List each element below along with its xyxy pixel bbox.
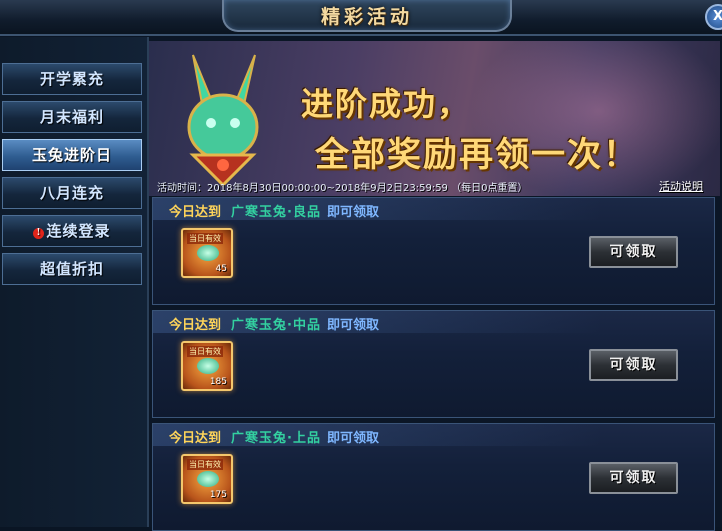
reward-item-icon[interactable]: 当日有效 185 [181, 341, 233, 391]
item-count: 185 [209, 377, 227, 387]
sidebar-item-label: 八月连充 [39, 184, 104, 202]
item-name: 广寒玉兔·上品 [231, 431, 321, 446]
item-tag: 当日有效 [187, 346, 223, 357]
reward-item-icon[interactable]: 当日有效 175 [181, 454, 233, 504]
item-name: 广寒玉兔·良品 [231, 205, 321, 220]
activity-time: 活动时间：2018年8月30日00:00:00~2018年9月2日23:59:5… [157, 183, 528, 194]
item-tag: 当日有效 [187, 459, 223, 470]
sidebar-item-month-end-welfare[interactable]: 月末福利 [2, 101, 142, 133]
sidebar-item-label: 超值折扣 [39, 260, 104, 278]
claim-button[interactable]: 可领取 [589, 349, 678, 381]
item-tag: 当日有效 [187, 233, 223, 244]
sidebar-item-discount[interactable]: 超值折扣 [2, 253, 142, 285]
row-title: 今日达到 广寒玉兔·中品 即可领取 [169, 314, 379, 333]
gem-icon [197, 358, 219, 374]
reward-row: 今日达到 广寒玉兔·中品 即可领取 当日有效 185 可领取 [152, 310, 715, 418]
banner-headline-1: 进阶成功， [301, 85, 472, 123]
claim-text: 即可领取 [326, 431, 379, 446]
gem-icon [197, 245, 219, 261]
sidebar-item-august-recharge[interactable]: 八月连充 [2, 177, 142, 209]
item-count: 175 [209, 490, 227, 500]
sidebar-item-label: 连续登录 [46, 222, 111, 240]
today-label: 今日达到 [169, 318, 222, 333]
sidebar-item-jade-rabbit[interactable]: 玉兔进阶日 [2, 139, 142, 171]
reward-item-icon[interactable]: 当日有效 45 [181, 228, 233, 278]
claim-text: 即可领取 [326, 318, 379, 333]
claim-button[interactable]: 可领取 [589, 462, 678, 494]
alert-icon: ! [33, 228, 45, 239]
window-title: 精彩活动 [320, 6, 413, 28]
item-count: 45 [215, 264, 227, 274]
sidebar-item-label: 开学累充 [39, 70, 104, 88]
banner: 进阶成功， 全部奖励再领一次！ 活动时间：2018年8月30日00:00:00~… [149, 41, 720, 196]
sidebar-item-label: 月末福利 [39, 108, 104, 126]
sidebar-item-continuous-login[interactable]: ! 连续登录 [2, 215, 142, 247]
today-label: 今日达到 [169, 431, 222, 446]
main-panel: 进阶成功， 全部奖励再领一次！ 活动时间：2018年8月30日00:00:00~… [149, 37, 722, 531]
today-label: 今日达到 [169, 205, 222, 220]
activity-rules-link[interactable]: 活动说明 [659, 178, 703, 194]
sidebar: 开学累充 月末福利 玉兔进阶日 八月连充 ! 连续登录 超值折扣 [0, 37, 149, 527]
row-title: 今日达到 广寒玉兔·良品 即可领取 [169, 201, 379, 220]
jade-rabbit-icon [187, 54, 259, 187]
sidebar-item-school-recharge[interactable]: 开学累充 [2, 63, 142, 95]
claim-button[interactable]: 可领取 [589, 236, 678, 268]
gem-icon [197, 471, 219, 487]
row-title: 今日达到 广寒玉兔·上品 即可领取 [169, 427, 379, 446]
banner-headline-2: 全部奖励再领一次！ [315, 135, 639, 175]
item-name: 广寒玉兔·中品 [231, 318, 321, 333]
reward-row: 今日达到 广寒玉兔·良品 即可领取 当日有效 45 可领取 [152, 197, 715, 305]
claim-text: 即可领取 [326, 205, 379, 220]
sidebar-item-label: 玉兔进阶日 [31, 146, 112, 164]
reward-row: 今日达到 广寒玉兔·上品 即可领取 当日有效 175 可领取 [152, 423, 715, 531]
